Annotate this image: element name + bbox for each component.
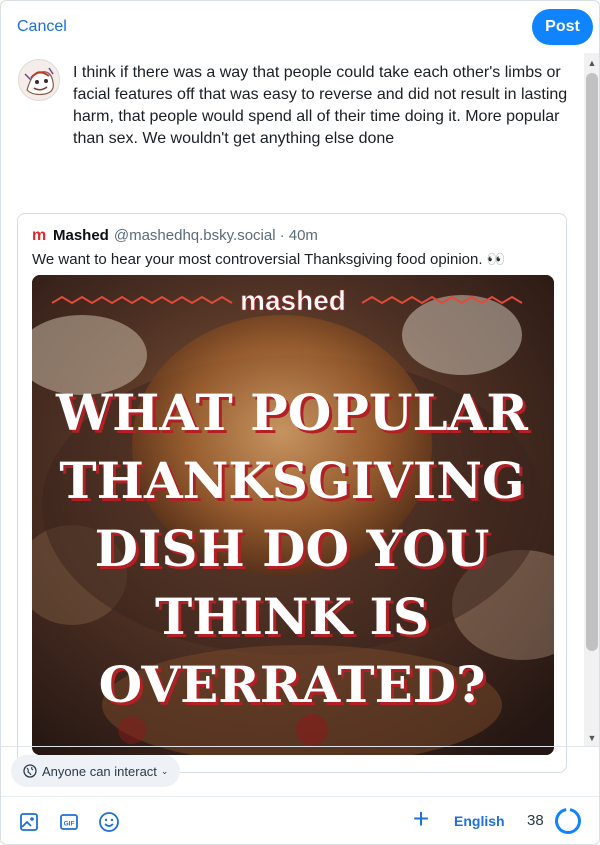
scroll-down-arrow-icon[interactable]: ▼ — [584, 731, 599, 745]
language-selector[interactable]: English — [454, 813, 505, 829]
image-brand-text: mashed — [240, 285, 346, 316]
interaction-settings-label: Anyone can interact — [42, 763, 157, 779]
character-count: 38 — [527, 812, 544, 829]
image-icon[interactable] — [18, 811, 40, 833]
mashed-logo-icon: m — [32, 226, 47, 244]
image-headline-line-1: WHAT POPULAR — [55, 383, 528, 442]
quoted-post-card[interactable]: m Mashed @mashedhq.bsky.social · 40m We … — [17, 213, 567, 773]
image-headline-line-3: DISH DO YOU — [95, 519, 490, 578]
image-headline-line-4: THINK IS — [155, 587, 429, 646]
globe-icon — [23, 764, 37, 778]
gif-icon[interactable]: GIF — [58, 811, 80, 833]
character-progress-ring-icon — [554, 807, 582, 835]
svg-text:GIF: GIF — [64, 821, 75, 828]
interaction-settings-button[interactable]: Anyone can interact ⌄ — [11, 755, 181, 787]
post-text[interactable]: I think if there was a way that people c… — [73, 62, 573, 150]
quoted-post-time: · 40m — [279, 227, 318, 244]
cancel-button[interactable]: Cancel — [17, 18, 67, 36]
image-headline-line-5: OVERRATED? — [99, 655, 486, 714]
quoted-author-handle[interactable]: @mashedhq.bsky.social — [114, 227, 276, 244]
add-thread-post-plus-icon[interactable]: + — [409, 805, 433, 833]
avatar[interactable] — [18, 59, 60, 101]
quoted-author-name[interactable]: Mashed — [53, 227, 109, 244]
chevron-down-icon: ⌄ — [160, 765, 169, 776]
quoted-post-header: m Mashed @mashedhq.bsky.social · 40m — [32, 227, 318, 244]
quoted-post-image[interactable]: mashed WHAT POPULAR WHAT POPULAR THANKSG… — [32, 275, 554, 755]
quoted-post-text: We want to hear your most controversial … — [32, 251, 506, 268]
emoji-icon[interactable] — [98, 811, 120, 833]
toolbar-divider — [1, 796, 599, 797]
bottom-divider — [1, 746, 599, 747]
scroll-up-arrow-icon[interactable]: ▲ — [584, 56, 599, 70]
scrollbar-thumb[interactable] — [586, 73, 598, 651]
image-headline-line-2: THANKSGIVING — [59, 451, 524, 510]
post-button[interactable]: Post — [532, 9, 593, 45]
compose-dialog: Cancel Post ▲ ▼ I think if there was a w… — [0, 0, 600, 845]
